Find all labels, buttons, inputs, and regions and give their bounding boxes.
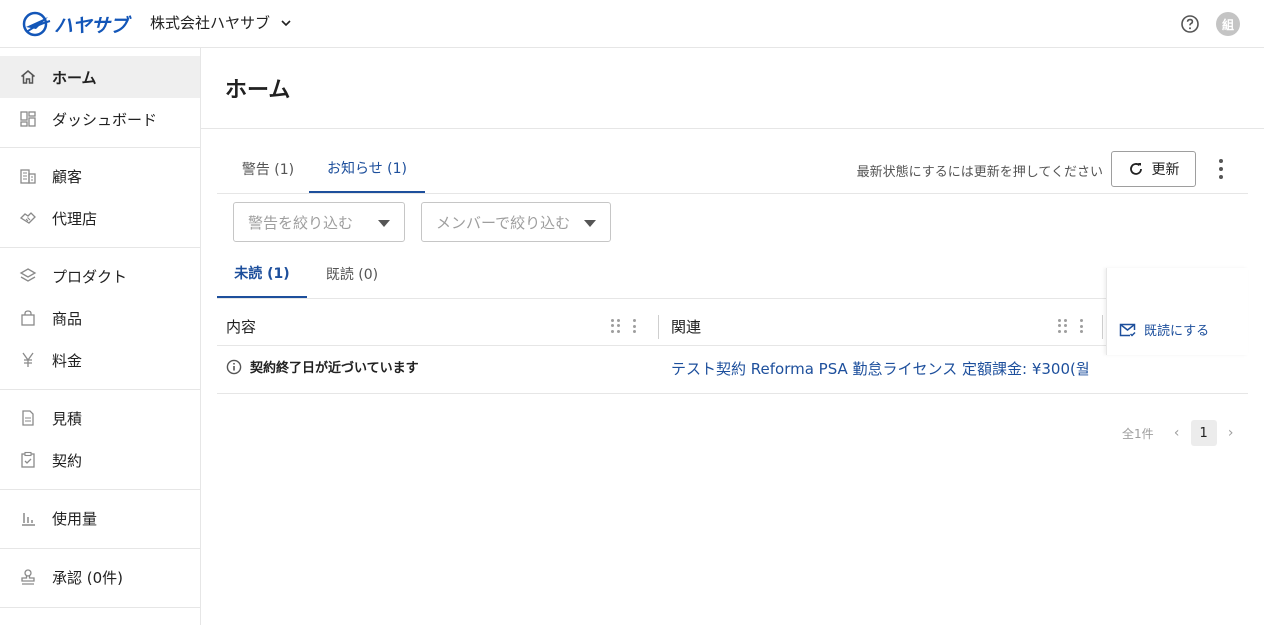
page-number[interactable]: 1 [1190,420,1217,446]
refresh-label: 更新 [1151,162,1180,178]
sidebar-divider [0,607,200,608]
sidebar-item-approvals[interactable]: 承認 (0件) [0,556,200,598]
member-filter-placeholder: メンバーで絞り込む [436,213,571,232]
tab-read[interactable]: 既読 (0) [307,250,397,298]
column-controls [1058,319,1084,333]
top-bar: ハヤサブ 株式会社ハヤサブ 組 [0,0,1264,48]
total-count: 全1件 [1122,426,1154,441]
mail-check-icon [1119,323,1136,337]
sidebar-item-pricing[interactable]: 料金 [0,339,200,381]
sidebar-item-label: 契約 [52,451,83,470]
related-contract-link[interactable]: テスト契約 Reforma PSA 勤怠ライセンス 定額課金: ¥300(월 [671,358,1105,379]
sidebar-item-label: 顧客 [52,167,83,186]
warning-filter-select[interactable]: 警告を絞り込む [233,202,405,242]
read-status-tabs: 未読 (1) 既読 (0) [217,250,1248,299]
sidebar-item-agencies[interactable]: 代理店 [0,197,200,239]
sidebar-divider [0,247,200,248]
sidebar-item-dashboard[interactable]: ダッシュボード [0,98,200,140]
column-controls [611,319,637,333]
sidebar-item-contracts[interactable]: 契約 [0,439,200,481]
bar-chart-icon [18,508,38,528]
refresh-hint: 最新状態にするには更新を押してください [856,165,1103,180]
more-menu-icon[interactable] [1213,159,1229,179]
warning-filter-placeholder: 警告を絞り込む [248,213,354,232]
column-header-content[interactable]: 内容 [226,316,256,337]
table-row[interactable]: 契約終了日が近づいています テスト契約 Reforma PSA 勤怠ライセンス … [217,346,1248,394]
drag-handle-icon[interactable] [611,319,621,333]
sidebar-item-products[interactable]: プロダクト [0,255,200,297]
help-icon[interactable] [1180,14,1200,34]
dashboard-icon [18,109,38,129]
column-menu-icon[interactable] [1080,319,1084,333]
refresh-button[interactable]: 更新 [1111,151,1196,187]
sidebar-item-label: ホーム [52,68,97,87]
yen-icon [18,350,38,370]
sidebar-item-label: ダッシュボード [52,110,158,129]
sidebar-item-customers[interactable]: 顧客 [0,155,200,197]
org-name: 株式会社ハヤサブ [150,14,271,32]
prev-page-icon[interactable]: ‹ [1170,425,1184,441]
column-resizer[interactable] [658,315,659,339]
building-icon [18,166,38,186]
page-title: ホーム [225,78,291,103]
layers-icon [18,266,38,286]
column-menu-icon[interactable] [633,319,637,333]
tab-warnings[interactable]: 警告 (1) [223,144,313,193]
sidebar-item-label: プロダクト [52,267,128,286]
stamp-icon [18,567,38,587]
logo-text: ハヤサブ [54,14,129,37]
member-filter-select[interactable]: メンバーで絞り込む [421,202,611,242]
sidebar-divider [0,489,200,490]
mark-as-read-label: 既読にする [1144,324,1210,339]
sidebar-item-label: 商品 [52,309,83,328]
sidebar-item-items[interactable]: 商品 [0,297,200,339]
avatar[interactable]: 組 [1216,12,1240,36]
sidebar-divider [0,548,200,549]
sidebar-item-label: 代理店 [52,209,98,228]
sidebar-item-label: 料金 [52,351,83,370]
action-column: 既読にする [1106,268,1248,355]
mark-as-read-button[interactable]: 既読にする [1119,320,1209,339]
sidebar-item-label: 承認 (0件) [52,568,124,587]
tab-notices[interactable]: お知らせ (1) [309,144,425,193]
column-header-related[interactable]: 関連 [671,316,701,337]
notification-tabs: 警告 (1) お知らせ (1) 最新状態にするには更新を押してください 更新 [217,144,1248,194]
notification-content-cell: 契約終了日が近づいています [226,357,419,376]
sidebar: ホーム ダッシュボード 顧客 代理店 プロダクト 商品 料金 見積 契約 使用量… [0,48,201,625]
info-icon [226,359,242,374]
handshake-icon [18,208,38,228]
sidebar-item-label: 使用量 [52,509,98,528]
sidebar-item-label: 見積 [52,409,83,428]
drag-handle-icon[interactable] [1058,319,1068,333]
tab-unread[interactable]: 未読 (1) [217,250,307,298]
sidebar-divider [0,147,200,148]
table-header: 内容 関連 [217,307,1248,346]
pagination: 全1件 ‹ 1 › [1122,420,1238,446]
bag-icon [18,308,38,328]
sidebar-item-usage[interactable]: 使用量 [0,497,200,539]
org-switcher[interactable]: 株式会社ハヤサブ [150,12,292,33]
page-header: ホーム [201,48,1264,129]
caret-down-icon [584,220,596,227]
notification-message: 契約終了日が近づいています [250,361,419,376]
logo[interactable]: ハヤサブ [22,9,129,39]
sidebar-item-quotes[interactable]: 見積 [0,397,200,439]
sidebar-divider [0,389,200,390]
next-page-icon[interactable]: › [1224,425,1238,441]
logo-icon [22,11,51,37]
column-resizer[interactable] [1102,315,1103,339]
document-icon [18,408,38,428]
clipboard-check-icon [18,450,38,470]
caret-down-icon [378,220,390,227]
sidebar-item-home[interactable]: ホーム [0,56,200,98]
refresh-icon [1129,163,1142,175]
chevron-down-icon [281,19,291,26]
home-icon [18,67,38,87]
